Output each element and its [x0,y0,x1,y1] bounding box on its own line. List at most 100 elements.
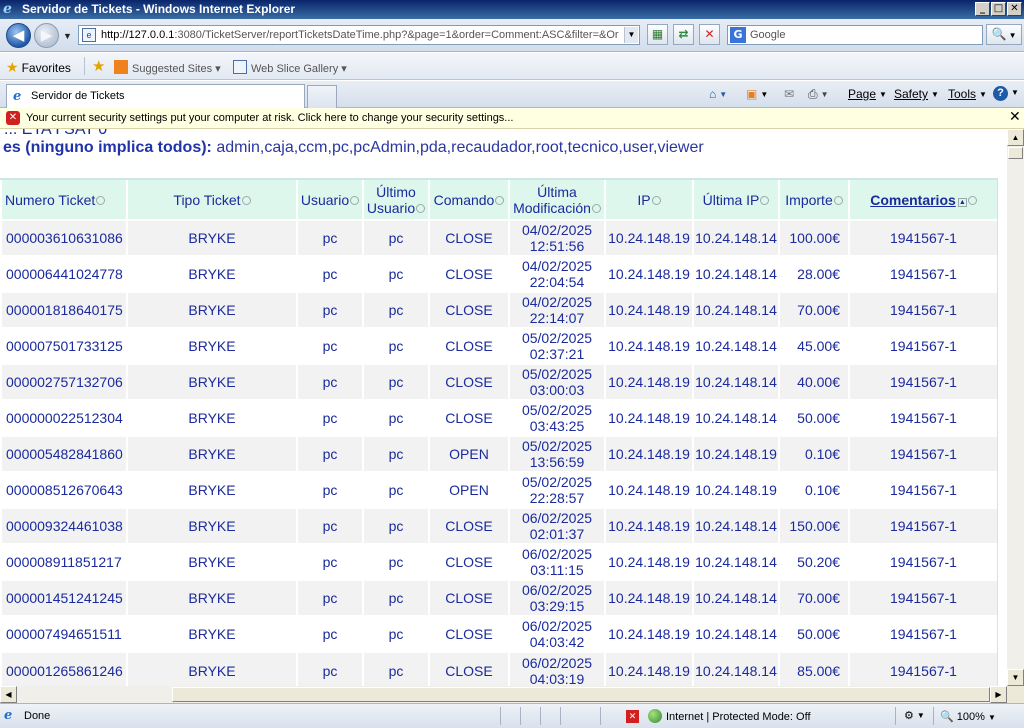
cell-importe: 40.00€ [778,363,849,400]
refresh-button[interactable]: ⇄ [673,24,694,45]
search-box[interactable]: G Google [727,25,983,45]
header-ip-label: IP [637,191,651,208]
cell-ip: 10.24.148.19 [604,363,693,400]
header-ultima-modificacion[interactable]: Última Modificación [508,180,605,220]
header-ultima-ip[interactable]: Última IP [692,180,779,220]
header-ultimo-usuario[interactable]: Último Usuario [362,180,429,220]
web-slice-gallery-link[interactable]: Web Slice Gallery ▾ [233,60,347,75]
user-filter-label: es (ninguno implica todos): [3,139,212,156]
sort-icon[interactable] [96,195,106,205]
sort-ascending-icon[interactable]: ▲ [957,197,967,207]
vertical-scroll-thumb[interactable] [1008,147,1023,159]
zoom-control[interactable]: 🔍 100% ▼ [940,710,996,723]
back-button[interactable]: ◀ [6,23,31,48]
cell-tipo-ticket: BRYKE [126,291,297,328]
table-row[interactable]: 000003610631086 BRYKE pc pc CLOSE 04/02/2025 1… [0,219,997,256]
new-tab-button[interactable] [307,85,337,108]
header-tipo-ticket[interactable]: Tipo Ticket [126,180,297,220]
header-ip[interactable]: IP [604,180,693,220]
sort-icon[interactable] [591,203,601,213]
tools-menu[interactable]: Tools ▼ [948,87,987,101]
help-button[interactable]: ? ▼ [993,85,1019,101]
header-usuario[interactable]: Usuario [296,180,363,220]
sort-icon[interactable] [241,195,251,205]
header-comando[interactable]: Comando [428,180,509,220]
horizontal-scroll-thumb[interactable] [172,687,990,702]
header-comentarios[interactable]: Comentarios ▲ [848,180,997,220]
address-bar[interactable]: e http://127.0.0.1:3080/TicketServer/rep… [78,25,640,45]
suggested-sites-link[interactable]: Suggested Sites ▾ [114,60,221,75]
protected-mode-settings[interactable]: ⚙ ▼ [904,709,925,722]
user-filter-line: es (ninguno implica todos): admin,caja,c… [3,139,704,157]
status-pane-divider [540,707,541,725]
sort-icon[interactable] [760,195,770,205]
table-row[interactable]: 000001818640175 BRYKE pc pc CLOSE 04/02/2025 2… [0,291,997,328]
cell-importe: 0.10€ [778,471,849,508]
read-mail-button[interactable]: ✉ [784,87,794,101]
scroll-down-button[interactable]: ▼ [1007,669,1024,686]
modificacion-date: 05/02/2025 [521,366,593,382]
cell-importe: 85.00€ [778,651,849,686]
tab-bar: e Servidor de Tickets ⌂ ▼ ▣ ▼ ✉ ⎙ ▼ Page ▼ S… [0,81,1024,108]
cell-ultima-ip: 10.24.148.14 [692,327,779,364]
forward-button[interactable]: ▶ [34,23,59,48]
favorites-button[interactable]: ★ Favorites [6,59,71,76]
tab-servidor-de-tickets[interactable]: e Servidor de Tickets [6,84,305,108]
table-row[interactable]: 000007501733125 BRYKE pc pc CLOSE 05/02/2025 0… [0,327,997,364]
header-importe[interactable]: Importe [778,180,849,220]
horizontal-scrollbar[interactable]: ◀ ▶ [0,686,1007,703]
close-window-button[interactable]: ✕ [1007,2,1022,16]
address-url[interactable]: http://127.0.0.1:3080/TicketServer/repor… [101,29,623,41]
table-row[interactable]: 000009324461038 BRYKE pc pc CLOSE 06/02/2025 0… [0,507,997,544]
page-menu[interactable]: Page ▼ [848,87,887,101]
cell-usuario: pc [296,435,363,472]
minimize-button[interactable]: _ [975,2,990,16]
scroll-right-button[interactable]: ▶ [990,686,1007,703]
modificacion-time: 12:51:56 [529,238,585,254]
cell-ultima-modificacion: 05/02/2025 13:56:59 [508,435,605,472]
table-row[interactable]: 000008911851217 BRYKE pc pc CLOSE 06/02/2025 0… [0,543,997,580]
cell-ultima-modificacion: 06/02/2025 02:01:37 [508,507,605,544]
sort-icon[interactable] [833,195,843,205]
maximize-button[interactable]: □ [991,2,1006,16]
security-warning-message[interactable]: Your current security settings put your … [26,112,513,124]
cell-ultimo-usuario: pc [362,543,429,580]
sort-icon[interactable] [416,203,426,213]
sort-icon[interactable] [651,195,661,205]
mail-icon: ✉ [784,87,795,101]
table-row[interactable]: 000005482841860 BRYKE pc pc OPEN 05/02/2025 13… [0,435,997,472]
home-button[interactable]: ⌂ ▼ [709,87,727,101]
sort-icon[interactable] [350,195,360,205]
blocked-content-icon[interactable]: ✕ [626,710,639,723]
safety-menu[interactable]: Safety ▼ [894,87,939,101]
scroll-left-button[interactable]: ◀ [0,686,17,703]
address-dropdown-button[interactable]: ▼ [624,27,638,43]
header-numero-ticket[interactable]: Numero Ticket [0,180,127,220]
table-row[interactable]: 000000022512304 BRYKE pc pc CLOSE 05/02/2025 0… [0,399,997,436]
cell-comando: CLOSE [428,399,509,436]
feeds-button[interactable]: ▣ ▼ [746,87,768,101]
cell-numero-ticket: 000006441024778 [0,255,127,292]
sort-icon[interactable] [495,195,505,205]
table-row[interactable]: 000001451241245 BRYKE pc pc CLOSE 06/02/2025 0… [0,579,997,616]
security-info-bar[interactable]: ✕ Your current security settings put you… [0,108,1024,129]
compatibility-view-button[interactable]: ▦ [647,24,668,45]
add-to-favorites-bar-icon[interactable]: ★ [92,57,105,75]
stop-button[interactable]: ✕ [699,24,720,45]
vertical-scrollbar[interactable]: ▲ ▼ [1007,129,1024,686]
close-info-bar-icon[interactable]: ✕ [1009,109,1021,125]
table-row[interactable]: 000007494651511 BRYKE pc pc CLOSE 06/02/2025 0… [0,615,997,652]
scroll-up-button[interactable]: ▲ [1007,129,1024,146]
cell-numero-ticket: 000002757132706 [0,363,127,400]
table-row[interactable]: 000001265861246 BRYKE pc pc CLOSE 06/02/2025 0… [0,651,997,686]
internet-globe-icon [648,709,662,723]
cell-comando: CLOSE [428,291,509,328]
table-row[interactable]: 000006441024778 BRYKE pc pc CLOSE 04/02/2025 2… [0,255,997,292]
print-button[interactable]: ⎙ ▼ [808,87,829,102]
table-row[interactable]: 000002757132706 BRYKE pc pc CLOSE 05/02/2025 0… [0,363,997,400]
search-button[interactable]: 🔍 ▼ [986,24,1022,45]
recent-pages-dropdown[interactable]: ▼ [63,31,72,41]
sort-icon[interactable] [967,195,977,205]
security-zone[interactable]: Internet | Protected Mode: Off [648,709,811,723]
table-row[interactable]: 000008512670643 BRYKE pc pc OPEN 05/02/2025 22… [0,471,997,508]
